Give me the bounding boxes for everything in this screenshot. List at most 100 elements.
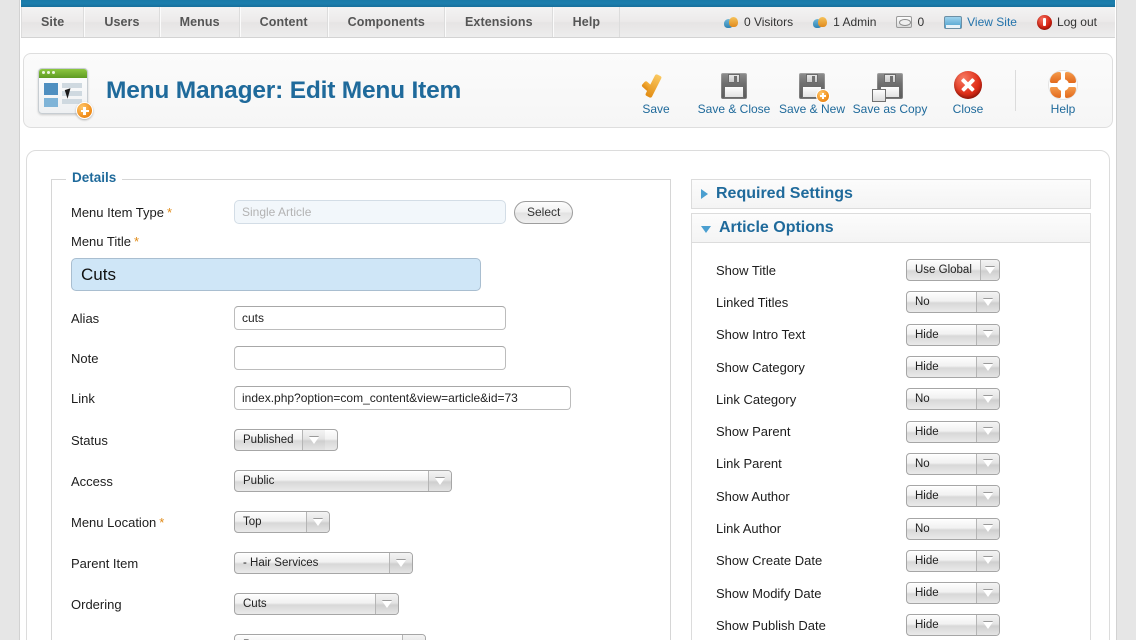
menu-item-components[interactable]: Components: [327, 7, 445, 37]
messages-label: 0: [917, 15, 925, 29]
target-window-select[interactable]: Parent: [234, 634, 426, 640]
page-right-margin: [1116, 0, 1136, 640]
page-left-margin: [0, 0, 20, 640]
select-menu-item-type-button[interactable]: Select: [514, 200, 574, 224]
row-link-category: Link Category No: [692, 383, 1090, 415]
row-link-parent: Link Parent No: [692, 448, 1090, 480]
view-site-link[interactable]: View Site: [934, 15, 1027, 29]
help-button[interactable]: Help: [1024, 63, 1102, 119]
menu-item-help[interactable]: Help: [552, 7, 621, 37]
link-category-select[interactable]: No: [906, 388, 1000, 411]
show-title-label: Show Title: [716, 262, 776, 278]
row-show-publish-date: Show Publish Date Hide: [692, 609, 1090, 640]
chevron-down-icon: [301, 430, 325, 450]
menu-label: Content: [259, 15, 308, 29]
show-title-select[interactable]: Use Global: [906, 259, 1000, 282]
menu-item-extensions[interactable]: Extensions: [444, 7, 553, 37]
linked-titles-select-value: No: [915, 296, 930, 309]
required-settings-title: Required Settings: [716, 185, 853, 202]
show-intro-text-select-value: Hide: [915, 328, 939, 341]
show-author-select-value: Hide: [915, 490, 939, 503]
help-button-label: Help: [1050, 101, 1076, 116]
chevron-down-icon: [701, 226, 711, 233]
linked-titles-select[interactable]: No: [906, 291, 1000, 314]
floppy-icon: [714, 67, 754, 99]
visitors-counter[interactable]: 0 Visitors: [714, 15, 803, 29]
note-label: Note: [71, 350, 99, 366]
link-parent-label: Link Parent: [716, 456, 782, 472]
linked-titles-label: Linked Titles: [716, 294, 789, 310]
logout-link[interactable]: Log out: [1027, 14, 1107, 30]
alias-label: Alias: [71, 310, 100, 326]
status-select[interactable]: Published: [234, 429, 338, 451]
menu-item-type-label: Menu Item Type *: [71, 204, 173, 220]
menu-item-content[interactable]: Content: [239, 7, 328, 37]
show-intro-text-label: Show Intro Text: [716, 327, 806, 343]
chevron-down-icon: [979, 260, 999, 281]
menu-label: Site: [41, 15, 65, 29]
admins-label: 1 Admin: [833, 15, 877, 29]
row-linked-titles: Linked Titles No: [692, 286, 1090, 318]
menu-title-input[interactable]: [71, 258, 481, 291]
menu-label: Help: [572, 15, 601, 29]
icon-line-1: [62, 82, 82, 88]
link-label: Link: [71, 390, 95, 406]
link-input[interactable]: [234, 386, 571, 410]
save-and-new-button[interactable]: Save & New: [773, 63, 851, 119]
menu-item-site[interactable]: Site: [21, 7, 85, 37]
save-button[interactable]: Save: [617, 63, 695, 119]
note-input[interactable]: [234, 346, 506, 370]
options-panel: Required Settings Article Options Show T…: [691, 179, 1091, 640]
show-publish-date-select[interactable]: Hide: [906, 614, 1000, 637]
admins-counter[interactable]: 1 Admin: [803, 15, 886, 29]
show-publish-date-select-value: Hide: [915, 619, 939, 632]
save-and-close-button[interactable]: Save & Close: [695, 63, 773, 119]
icon-block-left-top: [44, 82, 58, 95]
show-create-date-label: Show Create Date: [716, 553, 823, 569]
chevron-down-icon: [976, 292, 999, 313]
save-button-label: Save: [642, 101, 670, 116]
status-label: Status: [71, 432, 108, 448]
chevron-down-icon: [389, 553, 412, 573]
show-modify-date-select[interactable]: Hide: [906, 582, 1000, 605]
menu-item-menus[interactable]: Menus: [159, 7, 240, 37]
details-legend: Details: [66, 170, 123, 185]
article-options-body: Show Title Use Global Linked Titles No S…: [691, 243, 1091, 640]
admin-status-area: 0 Visitors 1 Admin 0 View Site Log out: [714, 7, 1115, 37]
menu-title-label: Menu Title *: [71, 233, 140, 249]
row-link-author: Link Author No: [692, 512, 1090, 544]
menu-item-users[interactable]: Users: [84, 7, 160, 37]
required-settings-header[interactable]: Required Settings: [691, 179, 1091, 209]
link-parent-select[interactable]: No: [906, 452, 1000, 475]
show-parent-label: Show Parent: [716, 424, 791, 440]
menu-item-type-input[interactable]: [234, 200, 506, 224]
close-button[interactable]: Close: [929, 63, 1007, 119]
show-parent-select[interactable]: Hide: [906, 420, 1000, 443]
article-options-header[interactable]: Article Options: [691, 213, 1091, 243]
parent-item-select[interactable]: - Hair Services: [234, 552, 413, 574]
show-intro-text-select[interactable]: Hide: [906, 323, 1000, 346]
alias-input[interactable]: [234, 306, 506, 330]
toolbar-divider: [1015, 70, 1016, 111]
visitors-label: 0 Visitors: [743, 15, 794, 29]
access-select[interactable]: Public: [234, 470, 452, 492]
messages-counter[interactable]: 0: [886, 15, 934, 29]
save-as-copy-button[interactable]: Save as Copy: [851, 63, 929, 119]
link-author-select[interactable]: No: [906, 517, 1000, 540]
show-category-select[interactable]: Hide: [906, 356, 1000, 379]
floppy-plus-icon: [792, 67, 832, 103]
save-and-close-button-label: Save & Close: [697, 101, 771, 116]
show-author-select[interactable]: Hide: [906, 485, 1000, 508]
ordering-select[interactable]: Cuts: [234, 593, 399, 615]
row-ordering: Ordering Cuts: [52, 588, 670, 620]
article-options-title: Article Options: [719, 219, 834, 236]
chevron-down-icon: [976, 421, 999, 442]
show-create-date-select[interactable]: Hide: [906, 549, 1000, 572]
status-select-value: Published: [243, 434, 294, 446]
menu-location-select[interactable]: Top: [234, 511, 330, 533]
chevron-down-icon: [402, 635, 425, 640]
row-status: Status Published: [52, 424, 670, 456]
link-author-select-value: No: [915, 522, 930, 535]
menu-label: Users: [104, 15, 140, 29]
view-site-label: View Site: [967, 15, 1017, 29]
